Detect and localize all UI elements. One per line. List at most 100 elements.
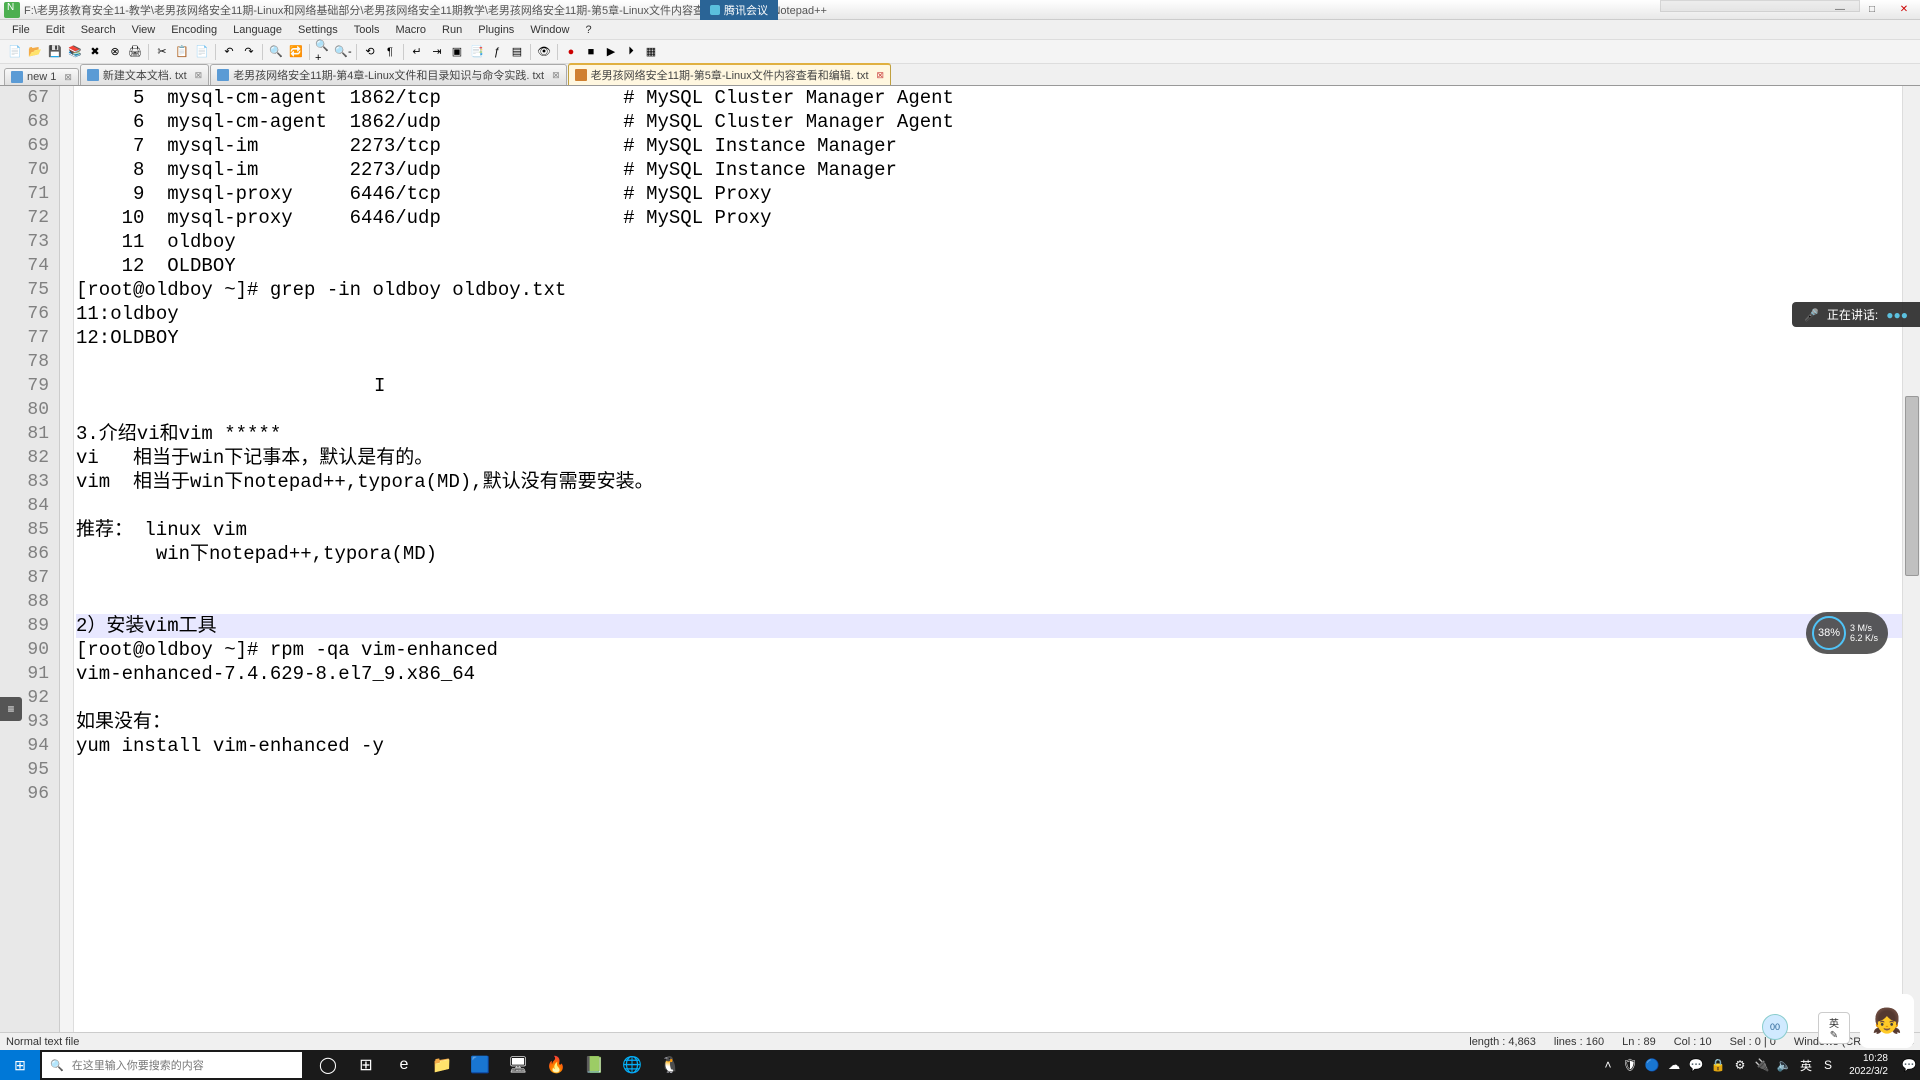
editor-line[interactable]: [root@oldboy ~]# rpm -qa vim-enhanced bbox=[76, 638, 1902, 662]
tray-icon-5[interactable]: 🔒 bbox=[1709, 1056, 1727, 1074]
taskbar-app-2[interactable]: e bbox=[386, 1050, 422, 1080]
editor-line[interactable] bbox=[76, 686, 1902, 710]
editor-line[interactable]: 10 mysql-proxy 6446/udp # MySQL Proxy bbox=[76, 206, 1902, 230]
editor-line[interactable]: 12 OLDBOY bbox=[76, 254, 1902, 278]
macro-play-button[interactable] bbox=[602, 43, 620, 61]
editor-line[interactable] bbox=[76, 374, 1902, 398]
word-wrap-button[interactable] bbox=[408, 43, 426, 61]
editor-line[interactable]: 11 oldboy bbox=[76, 230, 1902, 254]
editor-line[interactable]: 7 mysql-im 2273/tcp # MySQL Instance Man… bbox=[76, 134, 1902, 158]
copy-button[interactable] bbox=[173, 43, 191, 61]
macro-save-button[interactable] bbox=[642, 43, 660, 61]
editor-line[interactable] bbox=[76, 350, 1902, 374]
tray-icon-6[interactable]: ⚙ bbox=[1731, 1056, 1749, 1074]
notifications-button[interactable]: 💬 bbox=[1900, 1056, 1918, 1074]
editor-line[interactable]: 如果没有： bbox=[76, 710, 1902, 734]
menu-tools[interactable]: Tools bbox=[346, 22, 388, 38]
scrollbar-thumb[interactable] bbox=[1905, 396, 1919, 576]
text-editor[interactable]: 5 mysql-cm-agent 1862/tcp # MySQL Cluste… bbox=[74, 86, 1902, 1032]
tab-close-icon[interactable]: ⊠ bbox=[552, 70, 560, 81]
doc-map-button[interactable] bbox=[508, 43, 526, 61]
cut-button[interactable] bbox=[153, 43, 171, 61]
zoom-out-button[interactable] bbox=[334, 43, 352, 61]
editor-line[interactable]: win下notepad++,typora(MD) bbox=[76, 542, 1902, 566]
editor-line[interactable] bbox=[76, 398, 1902, 422]
file-tab-1[interactable]: 新建文本文档. txt⊠ bbox=[80, 64, 209, 85]
tab-close-icon[interactable]: ⊠ bbox=[195, 70, 203, 81]
editor-line[interactable]: vim 相当于win下notepad++,typora(MD),默认没有需要安装… bbox=[76, 470, 1902, 494]
assistant-avatar[interactable]: 👧 bbox=[1860, 994, 1914, 1048]
save-button[interactable] bbox=[46, 43, 64, 61]
tray-icon-4[interactable]: 💬 bbox=[1687, 1056, 1705, 1074]
menu-file[interactable]: File bbox=[4, 22, 38, 38]
editor-line[interactable]: [root@oldboy ~]# grep -in oldboy oldboy.… bbox=[76, 278, 1902, 302]
menu-macro[interactable]: Macro bbox=[387, 22, 434, 38]
menu-settings[interactable]: Settings bbox=[290, 22, 346, 38]
editor-line[interactable] bbox=[76, 566, 1902, 590]
file-tab-2[interactable]: 老男孩网络安全11期-第4章-Linux文件和目录知识与命令实践. txt⊠ bbox=[210, 64, 566, 85]
function-list-button[interactable] bbox=[488, 43, 506, 61]
taskbar-clock[interactable]: 10:28 2022/3/2 bbox=[1841, 1052, 1896, 1078]
menu-edit[interactable]: Edit bbox=[38, 22, 73, 38]
editor-line[interactable] bbox=[76, 494, 1902, 518]
undo-button[interactable] bbox=[220, 43, 238, 61]
tray-icon-2[interactable]: 🔵 bbox=[1643, 1056, 1661, 1074]
editor-line[interactable]: 11:oldboy bbox=[76, 302, 1902, 326]
editor-line[interactable]: 5 mysql-cm-agent 1862/tcp # MySQL Cluste… bbox=[76, 86, 1902, 110]
close-all-button[interactable] bbox=[106, 43, 124, 61]
editor-line[interactable] bbox=[76, 758, 1902, 782]
taskbar-app-7[interactable]: 📗 bbox=[576, 1050, 612, 1080]
indent-guide-button[interactable] bbox=[428, 43, 446, 61]
editor-line[interactable]: 9 mysql-proxy 6446/tcp # MySQL Proxy bbox=[76, 182, 1902, 206]
fold-button[interactable] bbox=[448, 43, 466, 61]
taskbar-app-5[interactable]: 🖥 bbox=[500, 1050, 536, 1080]
tencent-meeting-badge[interactable]: 腾讯会议 bbox=[700, 0, 778, 20]
editor-line[interactable]: 8 mysql-im 2273/udp # MySQL Instance Man… bbox=[76, 158, 1902, 182]
start-button[interactable] bbox=[0, 1050, 40, 1080]
print-button[interactable] bbox=[126, 43, 144, 61]
taskbar-app-9[interactable]: 🐧 bbox=[652, 1050, 688, 1080]
sync-scroll-button[interactable] bbox=[361, 43, 379, 61]
menu-plugins[interactable]: Plugins bbox=[470, 22, 522, 38]
editor-line[interactable]: vim-enhanced-7.4.629-8.el7_9.x86_64 bbox=[76, 662, 1902, 686]
menu-view[interactable]: View bbox=[124, 22, 164, 38]
doc-switcher-button[interactable] bbox=[468, 43, 486, 61]
editor-line[interactable]: 推荐： linux vim bbox=[76, 518, 1902, 542]
tray-icon-0[interactable]: ˄ bbox=[1599, 1056, 1617, 1074]
menu-window[interactable]: Window bbox=[522, 22, 577, 38]
redo-button[interactable] bbox=[240, 43, 258, 61]
tray-icon-1[interactable]: 🛡 bbox=[1621, 1056, 1639, 1074]
editor-line[interactable]: 6 mysql-cm-agent 1862/udp # MySQL Cluste… bbox=[76, 110, 1902, 134]
minimize-button[interactable]: — bbox=[1824, 0, 1856, 20]
menu-[interactable]: ? bbox=[577, 22, 599, 38]
editor-line[interactable]: 12:OLDBOY bbox=[76, 326, 1902, 350]
editor-line[interactable]: 2）安装vim工具 bbox=[76, 614, 1902, 638]
editor-line[interactable] bbox=[76, 782, 1902, 806]
taskbar-app-4[interactable]: 🟦 bbox=[462, 1050, 498, 1080]
close-button[interactable]: ✕ bbox=[1888, 0, 1920, 20]
zoom-in-button[interactable] bbox=[314, 43, 332, 61]
tray-icon-9[interactable]: 英 bbox=[1797, 1056, 1815, 1074]
side-tab-icon[interactable]: ≡ bbox=[0, 697, 22, 721]
editor-line[interactable]: yum install vim-enhanced -y bbox=[76, 734, 1902, 758]
close-file-button[interactable] bbox=[86, 43, 104, 61]
tray-icon-8[interactable]: 🔈 bbox=[1775, 1056, 1793, 1074]
open-file-button[interactable] bbox=[26, 43, 44, 61]
tab-close-icon[interactable]: ⊠ bbox=[877, 70, 885, 81]
monitoring-button[interactable] bbox=[535, 43, 553, 61]
tray-icon-10[interactable]: S bbox=[1819, 1056, 1837, 1074]
performance-overlay[interactable]: 38% 3 M/s 6.2 K/s bbox=[1806, 612, 1888, 654]
vertical-scrollbar[interactable] bbox=[1902, 86, 1920, 1032]
show-whitespace-button[interactable] bbox=[381, 43, 399, 61]
fold-margin[interactable] bbox=[60, 86, 74, 1032]
tray-icon-3[interactable]: ☁ bbox=[1665, 1056, 1683, 1074]
menu-language[interactable]: Language bbox=[225, 22, 290, 38]
editor-line[interactable]: vi 相当于win下记事本，默认是有的。 bbox=[76, 446, 1902, 470]
menu-run[interactable]: Run bbox=[434, 22, 470, 38]
taskbar-app-1[interactable]: ⊞ bbox=[348, 1050, 384, 1080]
find-button[interactable] bbox=[267, 43, 285, 61]
taskbar-search[interactable]: 🔍 在这里输入你要搜索的内容 bbox=[42, 1052, 302, 1078]
file-tab-3[interactable]: 老男孩网络安全11期-第5章-Linux文件内容查看和编辑. txt⊠ bbox=[568, 63, 891, 85]
editor-line[interactable] bbox=[76, 590, 1902, 614]
replace-button[interactable] bbox=[287, 43, 305, 61]
